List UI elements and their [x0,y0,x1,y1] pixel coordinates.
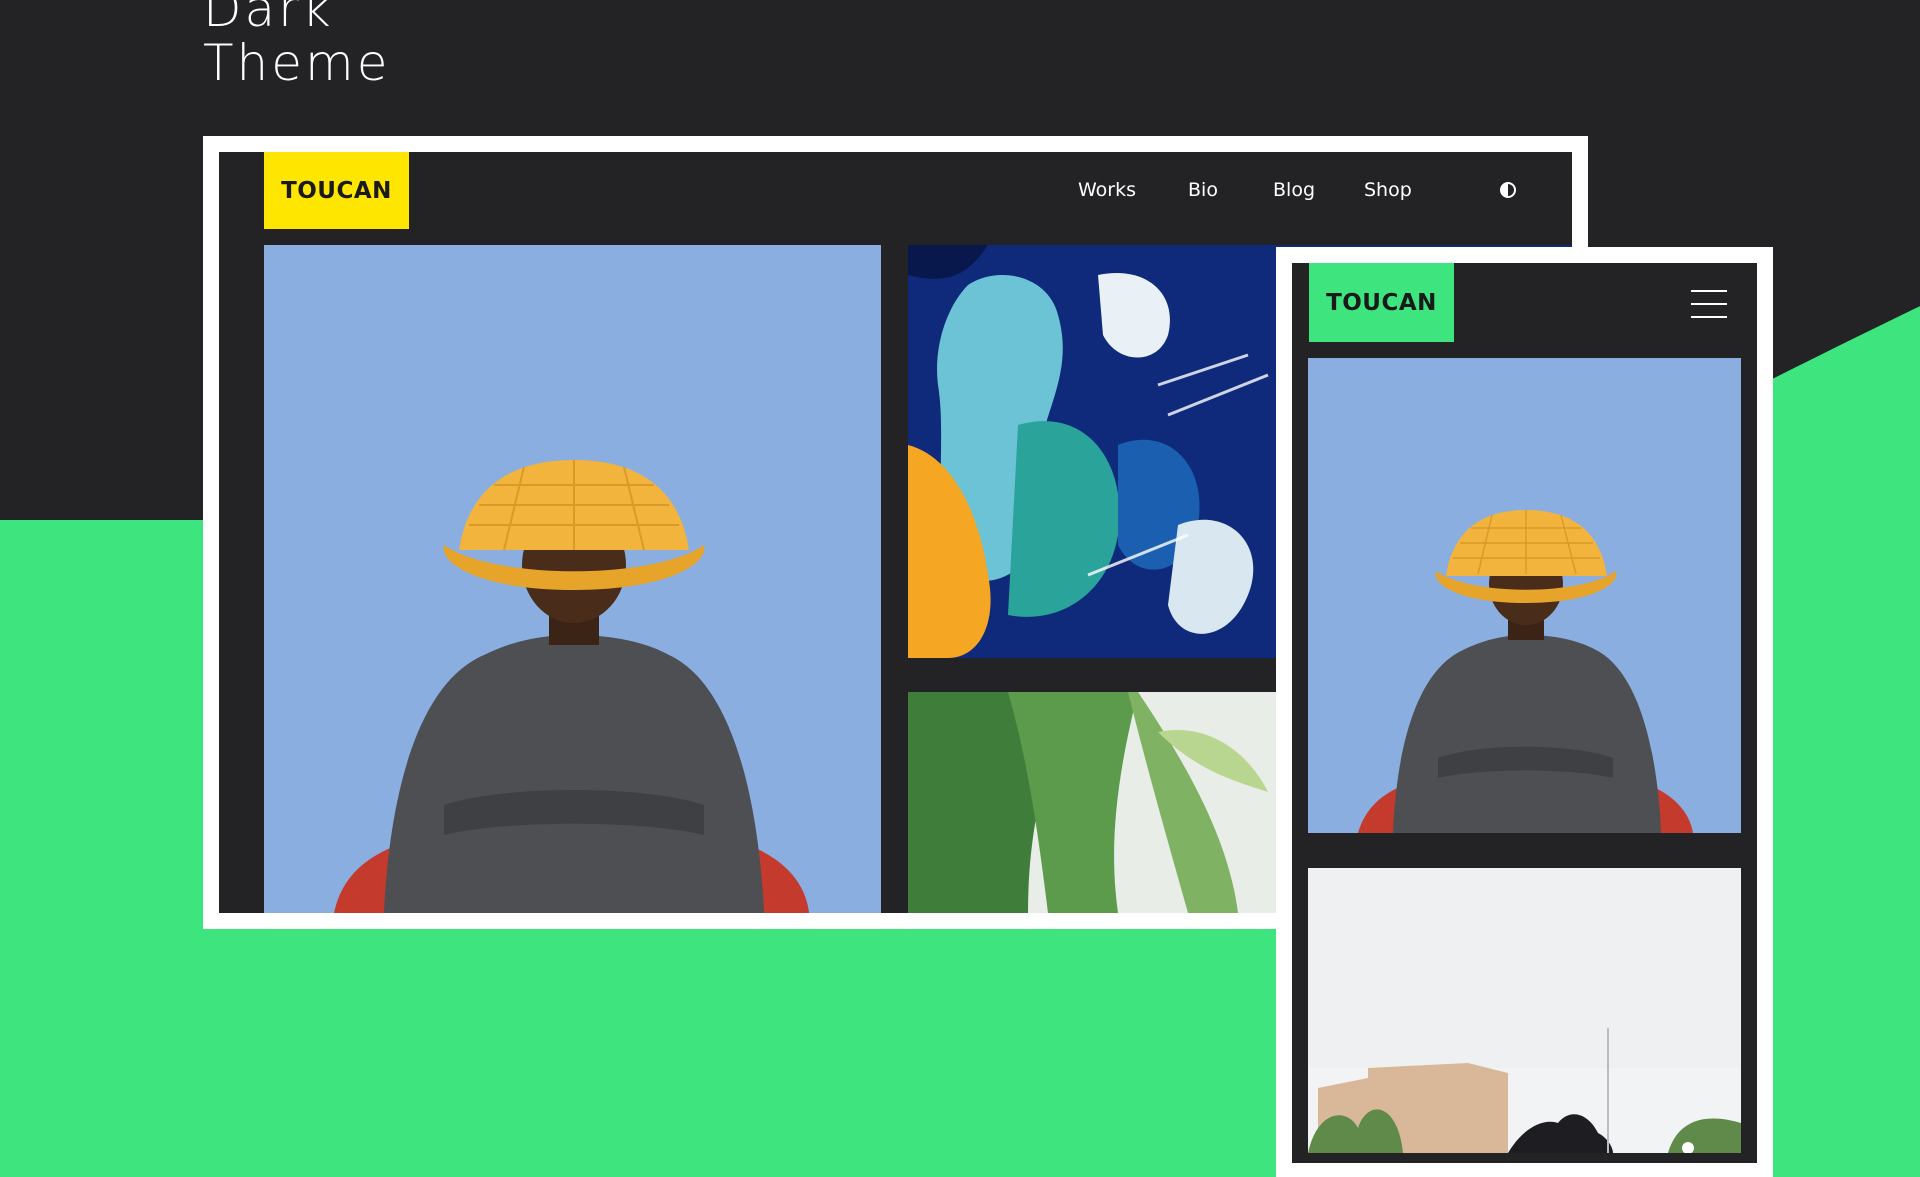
headline-line-1: Dark [203,0,334,38]
nav-item-bio[interactable]: Bio [1188,176,1218,204]
mobile-mockup-frame: TOUCAN [1276,247,1773,1177]
hero-photo-person [264,245,881,913]
mobile-screen: TOUCAN [1292,263,1757,1163]
sky-buildings-photo [1308,868,1741,1153]
nav-item-works[interactable]: Works [1078,176,1136,204]
page-headline: Dark Theme [203,0,390,90]
hamburger-menu-icon[interactable] [1691,286,1727,322]
nav-item-blog[interactable]: Blog [1273,176,1315,204]
mobile-hero-photo-person [1308,358,1741,833]
theme-toggle-icon[interactable] [1500,182,1516,198]
mobile-logo[interactable]: TOUCAN [1309,263,1454,342]
headline-line-2: Theme [203,34,391,92]
desktop-logo[interactable]: TOUCAN [264,152,409,229]
nav-item-shop[interactable]: Shop [1364,176,1412,204]
